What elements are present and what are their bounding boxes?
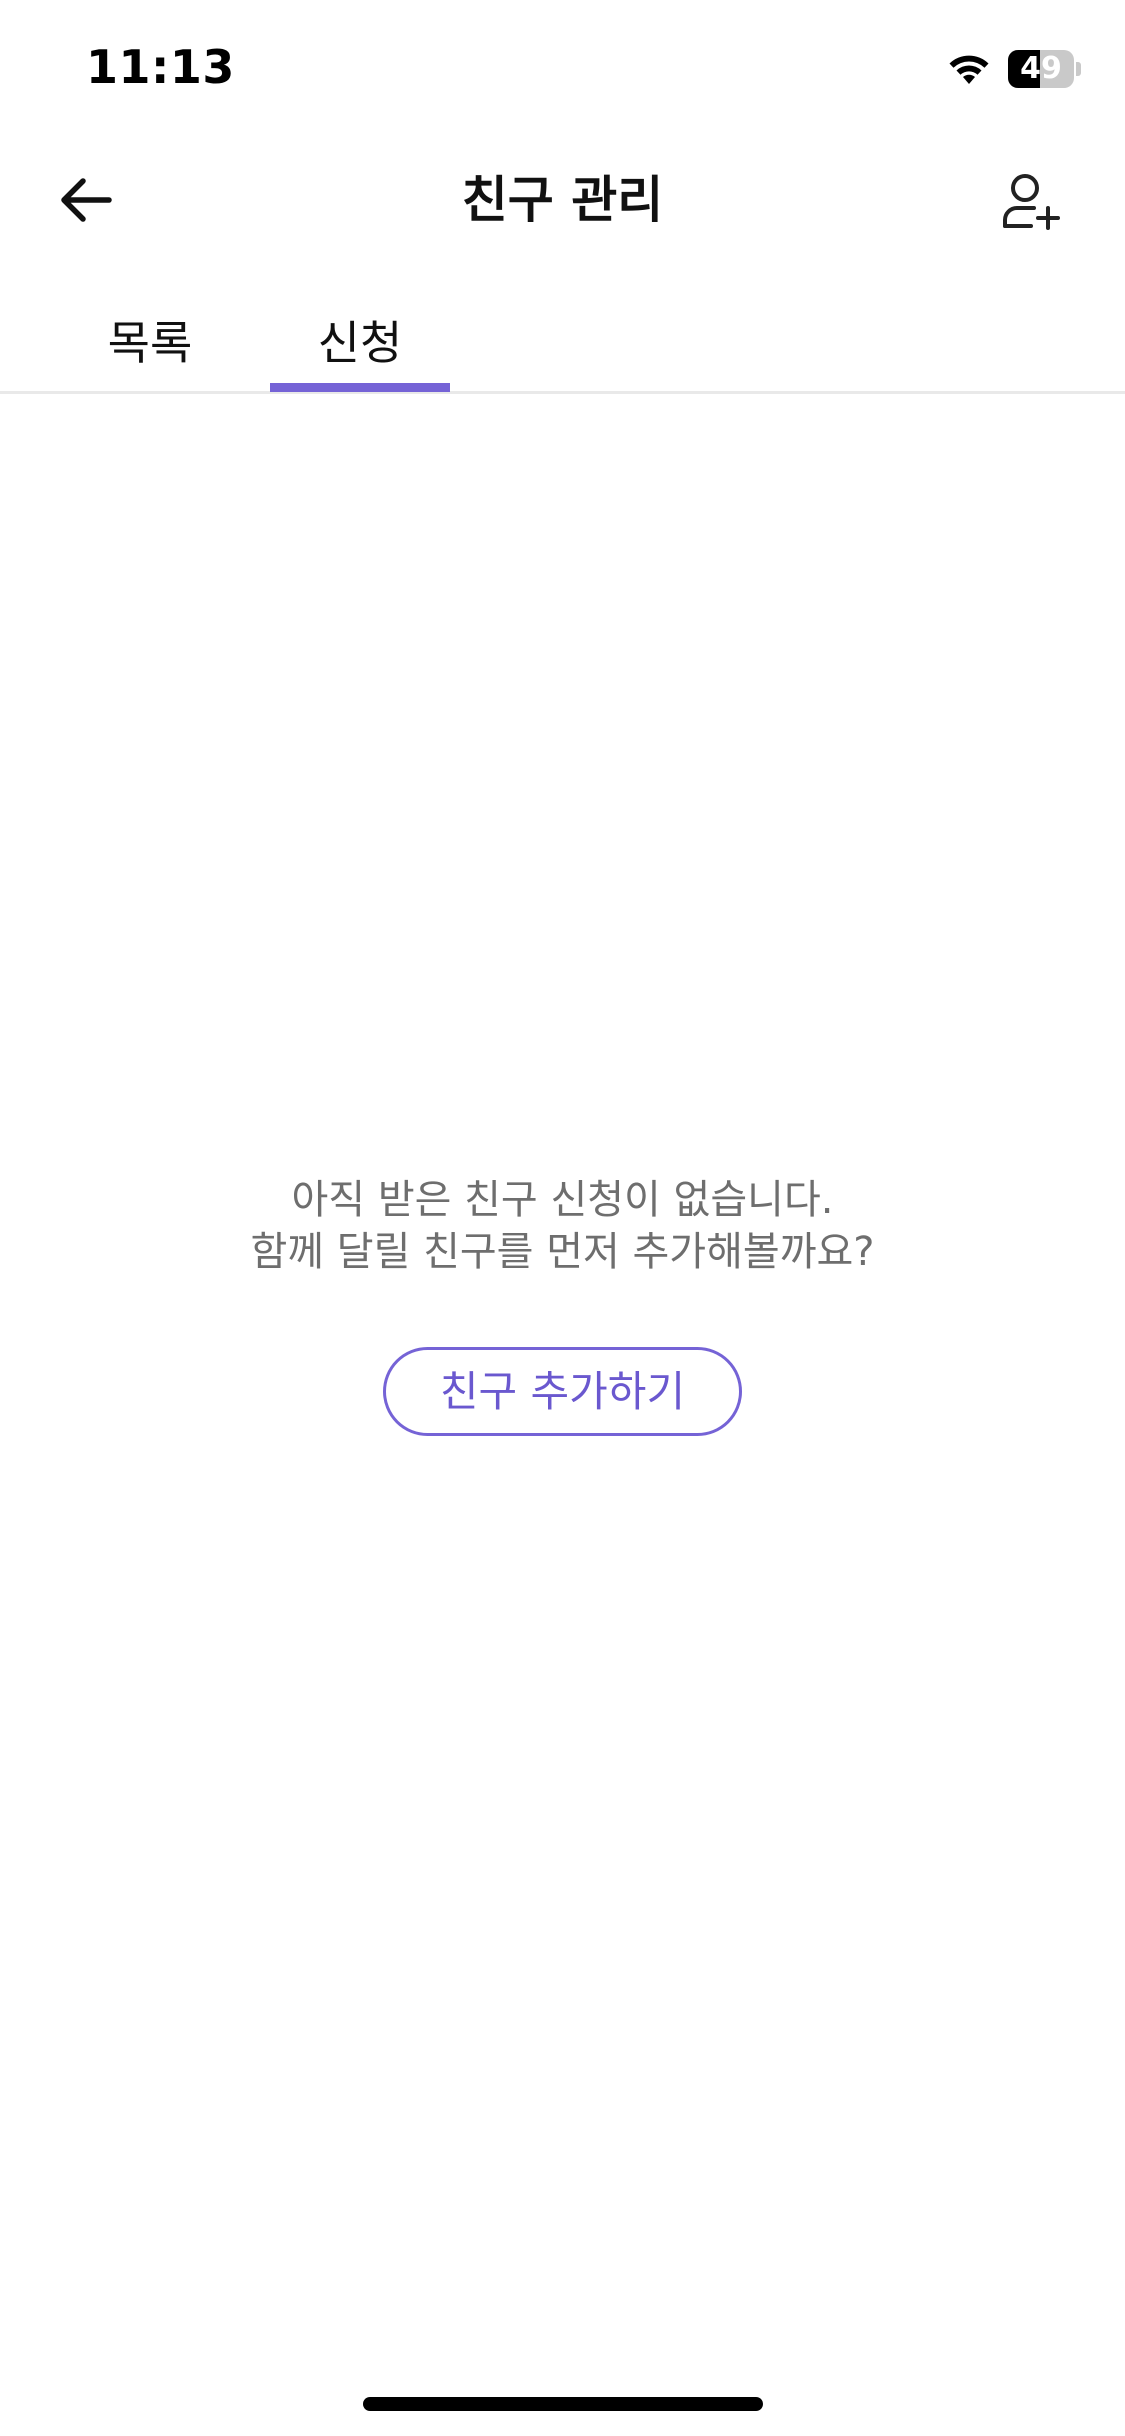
person-add-icon [1003, 174, 1060, 230]
empty-state: 아직 받은 친구 신청이 없습니다. 함께 달릴 친구를 먼저 추가해볼까요? [0, 1174, 1125, 1278]
app-header: 친구 관리 [0, 135, 1125, 265]
tab-bar: 목록 신청 [0, 290, 1125, 394]
tab-request[interactable]: 신청 [270, 290, 450, 391]
tab-request-label: 신청 [317, 316, 403, 370]
tab-list-label: 목록 [107, 316, 193, 370]
battery-level: 49 [1020, 51, 1062, 86]
status-time: 11:13 [86, 40, 235, 94]
add-friend-button[interactable] [990, 159, 1074, 243]
back-button[interactable] [48, 163, 122, 237]
battery-icon: 49 [1008, 50, 1081, 88]
friend-management-screen: 11:13 49 친구 관리 목록 신청 아직 받은 친구 신청이 없습니다. … [0, 0, 1125, 2436]
active-tab-indicator [270, 383, 450, 392]
page-title: 친구 관리 [461, 171, 664, 229]
arrow-left-icon [61, 178, 112, 222]
add-friend-cta-button[interactable]: 친구 추가하기 [383, 1347, 742, 1436]
wifi-icon [949, 55, 989, 84]
empty-message: 아직 받은 친구 신청이 없습니다. [291, 1177, 834, 1223]
home-indicator [363, 2397, 763, 2411]
empty-submessage: 함께 달릴 친구를 먼저 추가해볼까요? [250, 1229, 875, 1275]
status-bar: 11:13 49 [0, 0, 1125, 135]
tab-list[interactable]: 목록 [90, 290, 210, 391]
